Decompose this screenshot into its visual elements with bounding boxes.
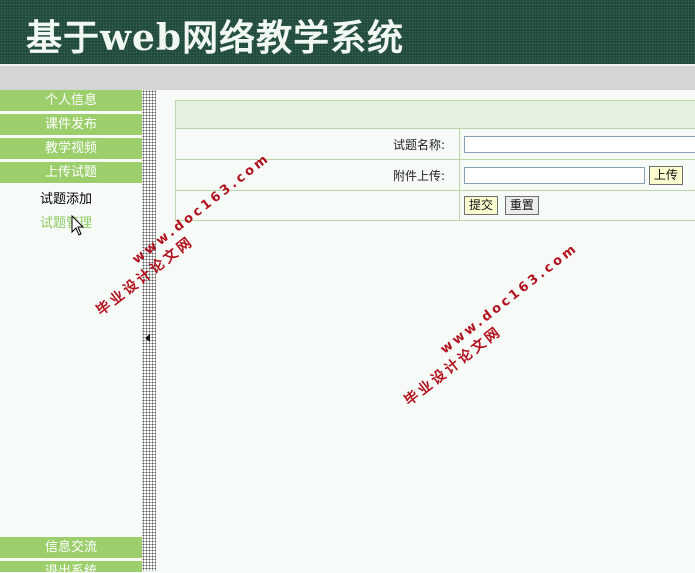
sidebar-item-logout[interactable]: 退出系统	[0, 561, 142, 573]
submit-button[interactable]: 提交	[464, 196, 498, 215]
attachment-label: 附件上传:	[176, 160, 460, 191]
app-header: 基于web网络教学系统	[0, 0, 695, 64]
sidebar: 个人信息 课件发布 教学视频 上传试题 试题添加 试题管理 信息交流 退出系统	[0, 90, 142, 571]
app-title: 基于web网络教学系统	[26, 9, 404, 61]
upload-button[interactable]: 上传	[649, 166, 683, 185]
sidebar-item-video[interactable]: 教学视频	[0, 138, 142, 160]
mouse-cursor-icon	[71, 215, 85, 237]
question-form: 试题名称: 附件上传: 上传 提交 重置	[175, 100, 695, 221]
collapse-arrow-icon[interactable]	[145, 334, 150, 342]
sidebar-splitter[interactable]	[142, 90, 156, 571]
sidebar-item-message[interactable]: 信息交流	[0, 537, 142, 559]
form-spacer-cell	[176, 191, 460, 221]
header-bar	[0, 64, 695, 90]
sidebar-subitem-add-question[interactable]: 试题添加	[40, 188, 92, 207]
form-header-row	[176, 101, 695, 129]
main-content: 试题名称: 附件上传: 上传 提交 重置	[156, 90, 695, 571]
sidebar-item-personal-info[interactable]: 个人信息	[0, 90, 142, 112]
question-name-input[interactable]	[464, 136, 695, 153]
sidebar-item-courseware[interactable]: 课件发布	[0, 114, 142, 136]
question-name-label: 试题名称:	[176, 129, 460, 160]
sidebar-item-upload-questions[interactable]: 上传试题	[0, 162, 142, 184]
attachment-path-input[interactable]	[464, 167, 645, 184]
reset-button[interactable]: 重置	[505, 196, 539, 215]
